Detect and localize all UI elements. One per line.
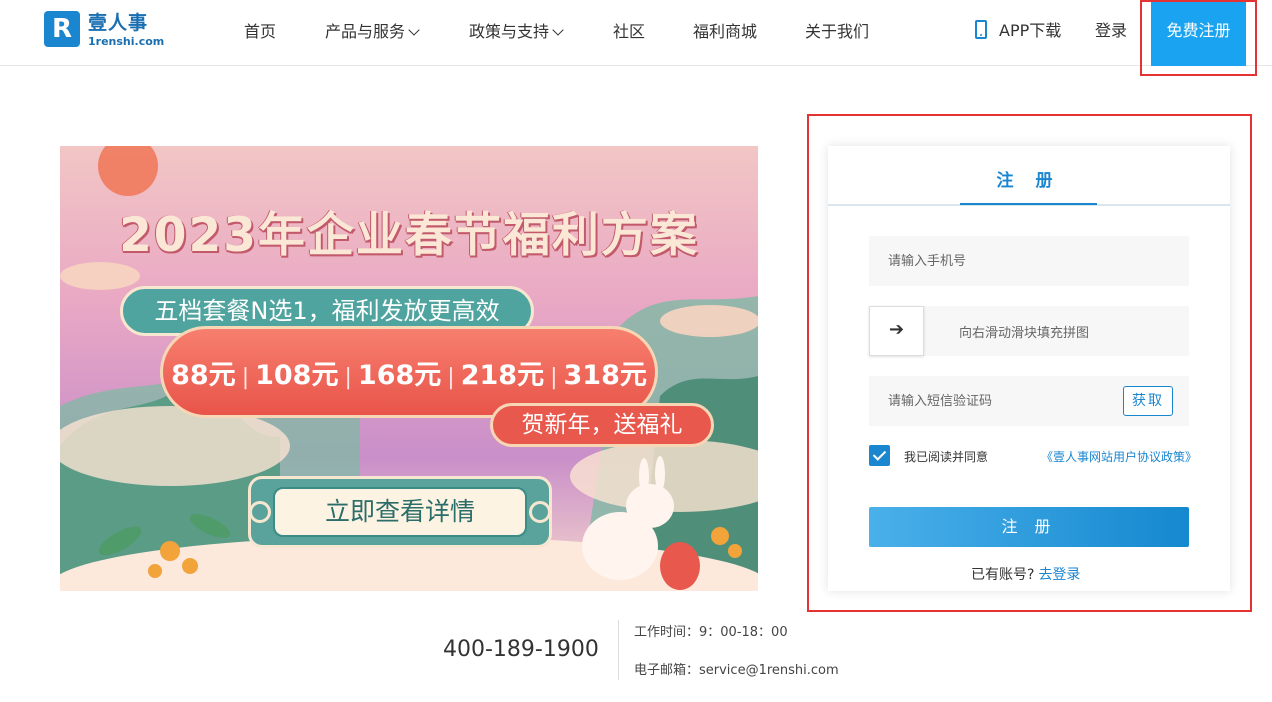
nav-item-community[interactable]: 社区 xyxy=(613,22,645,42)
nav-item-home[interactable]: 首页 xyxy=(244,22,276,42)
banner-tagline: 贺新年，送福礼 xyxy=(490,403,714,447)
nav-item-about[interactable]: 关于我们 xyxy=(805,22,869,42)
footer-divider xyxy=(618,620,619,680)
highlight-box-register-panel xyxy=(807,114,1252,612)
price-separator: | xyxy=(344,365,352,390)
price-separator: | xyxy=(550,365,558,390)
hotline-number: 400-189-1900 xyxy=(443,637,599,662)
nav-item-products[interactable]: 产品与服务 xyxy=(325,22,420,42)
cloud-swirl-icon xyxy=(249,501,271,523)
work-time: 工作时间：9：00-18：00 xyxy=(634,625,788,640)
banner-title: 2023年企业春节福利方案 xyxy=(119,208,699,263)
nav-item-mall[interactable]: 福利商城 xyxy=(693,22,757,42)
highlight-box-register-button xyxy=(1140,0,1257,76)
cloud-swirl-icon xyxy=(529,501,551,523)
mobile-phone-icon xyxy=(975,20,987,39)
chevron-down-icon xyxy=(552,24,564,36)
app-download-link[interactable]: APP下载 xyxy=(975,20,1061,41)
nav-item-policy[interactable]: 政策与支持 xyxy=(469,22,564,42)
banner-cta-frame[interactable]: 立即查看详情 xyxy=(248,476,552,548)
login-link[interactable]: 登录 xyxy=(1095,21,1127,41)
top-header: R 壹人事 1renshi.com 首页 产品与服务 政策与支持 社区 福利商城… xyxy=(0,0,1272,66)
price-item: 168元 xyxy=(357,360,442,391)
logo-chinese-name: 壹人事 xyxy=(88,12,149,34)
price-separator: | xyxy=(447,365,455,390)
price-item: 88元 xyxy=(171,360,236,391)
price-item: 318元 xyxy=(563,360,647,391)
view-details-button[interactable]: 立即查看详情 xyxy=(273,487,527,537)
promo-banner[interactable]: 2023年企业春节福利方案 五档套餐N选1，福利发放更高效 88元 | 108元 | 1… xyxy=(60,146,758,591)
chevron-down-icon xyxy=(408,24,420,36)
price-separator: | xyxy=(241,365,250,390)
price-item: 108元 xyxy=(255,360,339,391)
logo-mark-icon: R xyxy=(44,11,80,47)
price-item: 218元 xyxy=(460,360,545,391)
price-list: 88元 | 108元 | 168元 | 218元 | 318元 xyxy=(163,353,655,392)
contact-email: 电子邮箱：service@1renshi.com xyxy=(634,663,839,678)
logo-domain: 1renshi.com xyxy=(88,35,165,48)
site-logo[interactable]: R 壹人事 1renshi.com xyxy=(44,11,164,51)
